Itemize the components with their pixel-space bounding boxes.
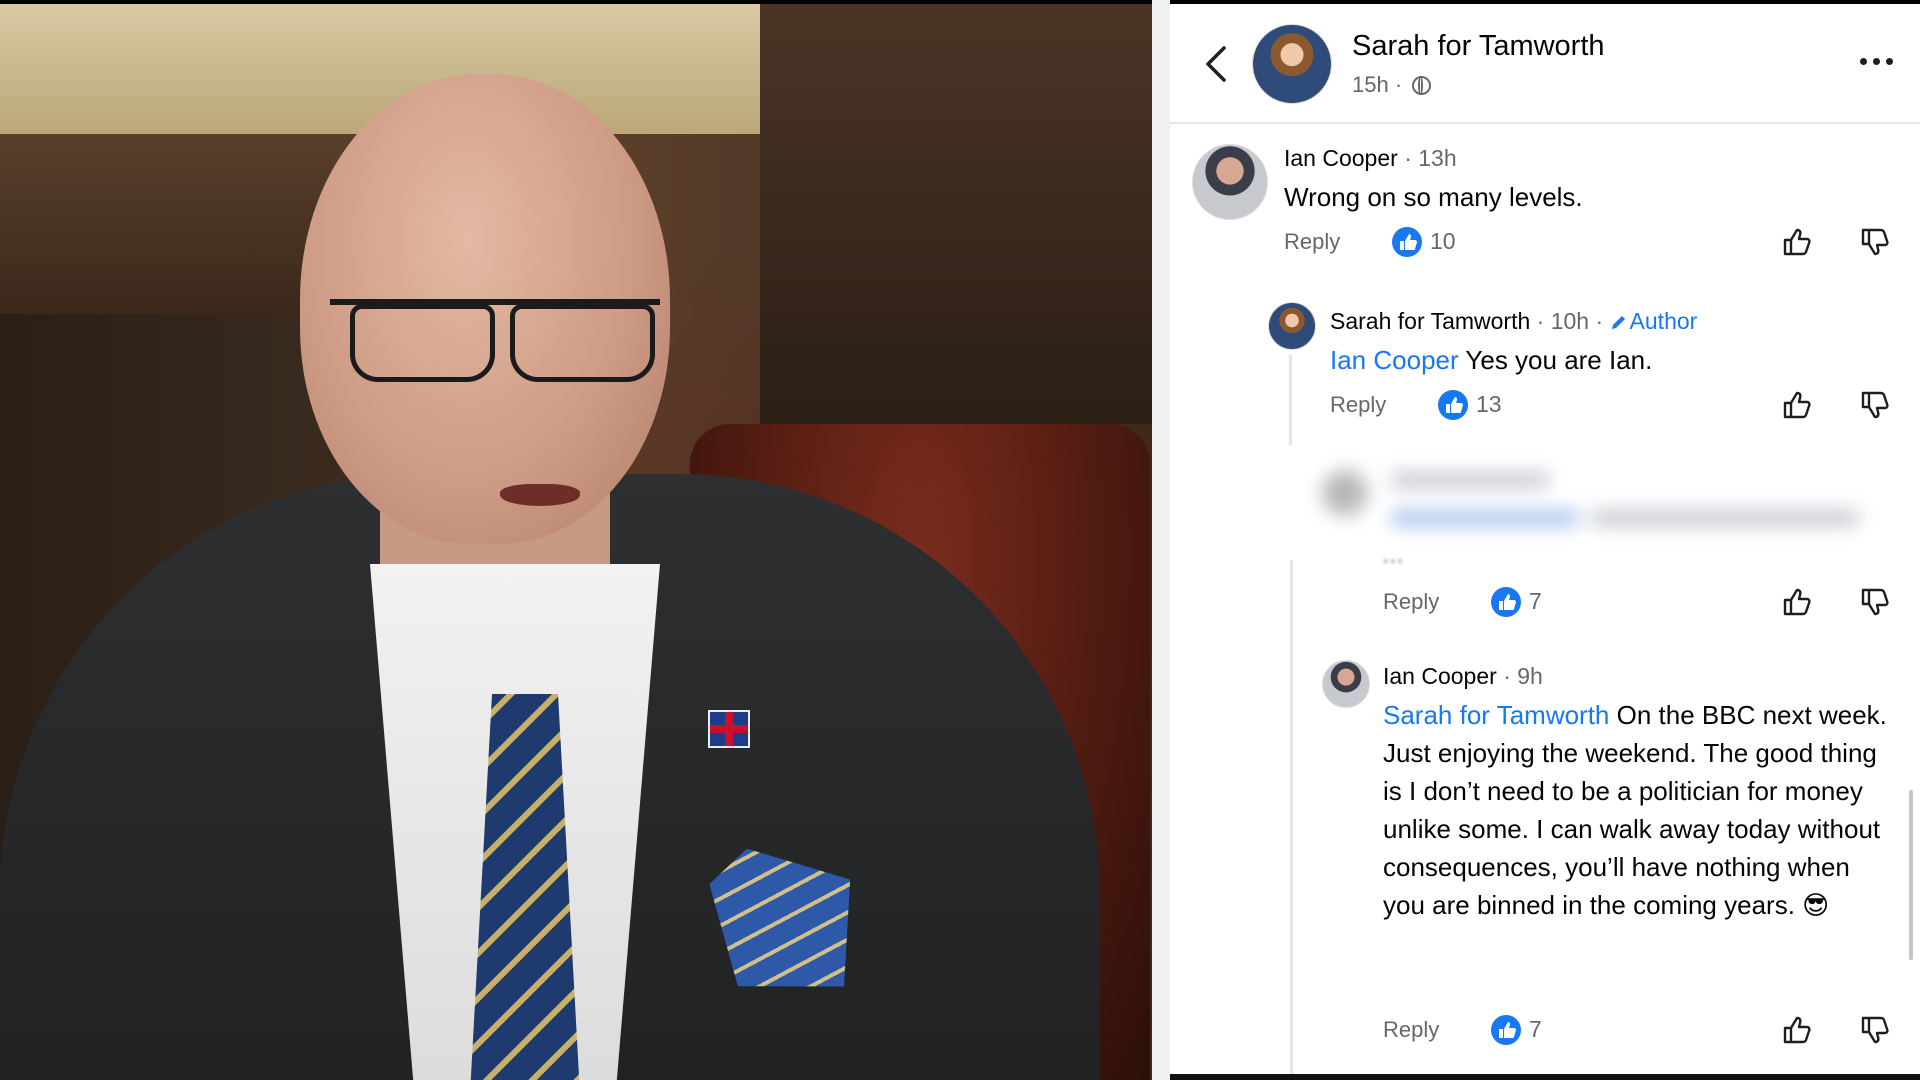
author-badge-label: Author bbox=[1629, 308, 1698, 334]
thumbs-down-icon bbox=[1861, 228, 1889, 256]
reply-button[interactable]: Reply bbox=[1383, 1017, 1439, 1043]
comment-header: Sarah for Tamworth · 10h · Author bbox=[1330, 308, 1697, 335]
like-count: 7 bbox=[1529, 1016, 1542, 1042]
flag-lapel-pin bbox=[708, 710, 750, 748]
like-reaction-icon[interactable] bbox=[1491, 1015, 1521, 1045]
like-reaction-icon[interactable] bbox=[1491, 587, 1521, 617]
pencil-icon bbox=[1611, 316, 1625, 329]
thumbs-up-icon bbox=[1783, 228, 1811, 256]
blurred-comment bbox=[1300, 450, 1890, 560]
post-meta: 15h · bbox=[1352, 72, 1432, 98]
scrollbar[interactable] bbox=[1909, 790, 1913, 960]
post-header: Sarah for Tamworth 15h · bbox=[1170, 4, 1920, 122]
thread-line bbox=[1290, 560, 1293, 1080]
back-icon bbox=[1206, 46, 1226, 82]
like-count: 10 bbox=[1430, 228, 1456, 254]
thumbs-up-icon bbox=[1783, 391, 1811, 419]
author-avatar[interactable] bbox=[1252, 24, 1332, 104]
like-count: 13 bbox=[1476, 391, 1502, 417]
comment-text: Sarah for Tamworth On the BBC next week.… bbox=[1383, 696, 1893, 924]
post-time: 15h · bbox=[1352, 72, 1403, 97]
thumbs-down-icon bbox=[1861, 1016, 1889, 1044]
header-divider bbox=[1170, 122, 1920, 124]
thumbs-up-button[interactable] bbox=[1780, 585, 1814, 619]
post-author-name[interactable]: Sarah for Tamworth bbox=[1352, 30, 1605, 63]
comment-time: · 10h · bbox=[1530, 308, 1610, 334]
thumbs-down-button[interactable] bbox=[1858, 1013, 1892, 1047]
mention-link[interactable]: Sarah for Tamworth bbox=[1383, 700, 1609, 730]
reply-button[interactable]: Reply bbox=[1284, 229, 1340, 255]
thumbs-up-button[interactable] bbox=[1780, 1013, 1814, 1047]
thumbs-up-icon bbox=[1783, 588, 1811, 616]
like-count: 7 bbox=[1529, 588, 1542, 614]
comment-time: · 9h bbox=[1496, 663, 1543, 689]
commenter-avatar[interactable] bbox=[1322, 660, 1370, 708]
back-button[interactable] bbox=[1200, 42, 1236, 86]
commenter-name[interactable]: Ian Cooper bbox=[1383, 663, 1497, 689]
commenter-name[interactable]: Ian Cooper bbox=[1284, 145, 1398, 171]
blurred-text-fragment: ⋯ bbox=[1382, 548, 1404, 573]
glasses-lens-left bbox=[350, 304, 495, 382]
mention-link[interactable]: Ian Cooper bbox=[1330, 345, 1459, 375]
thumbs-down-button[interactable] bbox=[1858, 585, 1892, 619]
commenter-avatar[interactable] bbox=[1268, 302, 1316, 350]
thread-line bbox=[1289, 355, 1292, 445]
thumbs-down-button[interactable] bbox=[1858, 388, 1892, 422]
reply-button[interactable]: Reply bbox=[1330, 392, 1386, 418]
interview-photo bbox=[0, 4, 1152, 1080]
commenter-name[interactable]: Sarah for Tamworth bbox=[1330, 308, 1530, 334]
commenter-avatar[interactable] bbox=[1192, 144, 1268, 220]
globe-icon bbox=[1412, 76, 1432, 95]
like-reaction-icon[interactable] bbox=[1392, 227, 1422, 257]
author-badge: Author bbox=[1610, 308, 1698, 334]
comment-body: Yes you are Ian. bbox=[1458, 345, 1653, 375]
thumbs-up-button[interactable] bbox=[1780, 225, 1814, 259]
thumbs-down-button[interactable] bbox=[1858, 225, 1892, 259]
comment-time: · 13h bbox=[1397, 145, 1457, 171]
more-icon bbox=[1860, 58, 1867, 65]
comment-body: On the BBC next week. Just enjoying the … bbox=[1383, 700, 1887, 920]
more-options-button[interactable] bbox=[1856, 48, 1896, 74]
thumbs-up-icon bbox=[1783, 1016, 1811, 1044]
thumbs-down-icon bbox=[1861, 391, 1889, 419]
glasses-lens-right bbox=[510, 304, 655, 382]
thumbs-up-button[interactable] bbox=[1780, 388, 1814, 422]
thumbs-down-icon bbox=[1861, 588, 1889, 616]
mouth bbox=[500, 484, 580, 506]
comment-text: Ian Cooper Yes you are Ian. bbox=[1330, 341, 1890, 379]
comment-header: Ian Cooper · 13h bbox=[1284, 145, 1457, 172]
like-reaction-icon[interactable] bbox=[1438, 390, 1468, 420]
reply-button[interactable]: Reply bbox=[1383, 589, 1439, 615]
comment-text: Wrong on so many levels. bbox=[1284, 182, 1583, 212]
background-bookshelf bbox=[760, 4, 1152, 424]
comment-header: Ian Cooper · 9h bbox=[1383, 663, 1543, 690]
